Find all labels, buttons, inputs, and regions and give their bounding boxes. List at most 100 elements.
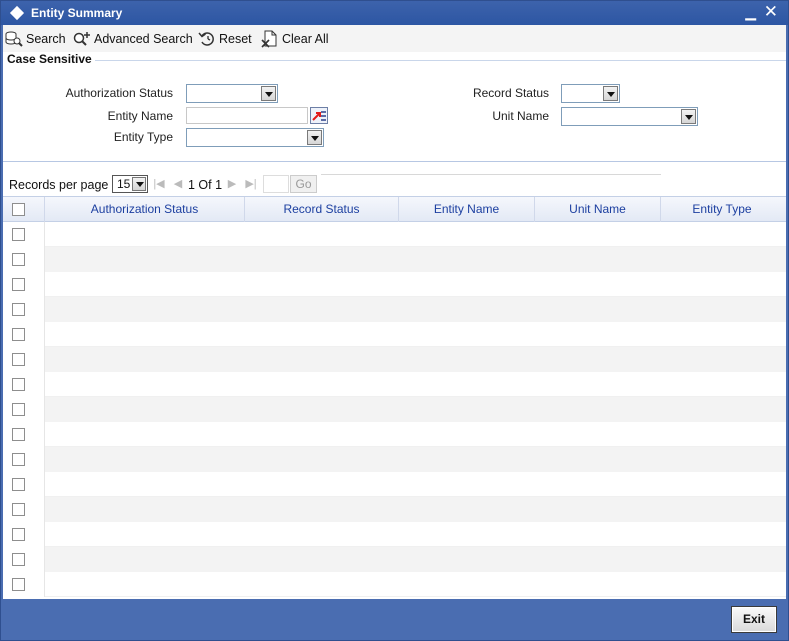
unit-name-select[interactable] bbox=[561, 107, 698, 126]
exit-button[interactable]: Exit bbox=[731, 606, 777, 633]
column-unit-name[interactable]: Unit Name bbox=[535, 197, 661, 222]
column-entity-name[interactable]: Entity Name bbox=[399, 197, 535, 222]
chevron-down-icon bbox=[307, 130, 322, 145]
table-row[interactable] bbox=[3, 572, 786, 597]
entity-summary-window: Entity Summary ▁ ✕ Search Advanced Searc… bbox=[0, 0, 789, 641]
chevron-down-icon bbox=[681, 109, 696, 124]
table-row[interactable] bbox=[3, 322, 786, 347]
clear-all-button[interactable]: Clear All bbox=[261, 29, 329, 49]
row-data bbox=[45, 372, 786, 397]
row-data bbox=[45, 297, 786, 322]
form-divider bbox=[3, 161, 786, 162]
row-checkbox[interactable] bbox=[12, 253, 25, 266]
row-data bbox=[45, 422, 786, 447]
select-all-checkbox[interactable] bbox=[12, 203, 25, 216]
list-of-values-icon bbox=[312, 111, 326, 121]
row-select-cell bbox=[3, 322, 45, 347]
row-select-cell bbox=[3, 372, 45, 397]
unit-name-label: Unit Name bbox=[492, 109, 549, 123]
row-select-cell bbox=[3, 572, 45, 597]
last-page-icon[interactable]: ▶| bbox=[244, 177, 258, 191]
row-data bbox=[45, 472, 786, 497]
next-page-icon[interactable]: ▶ bbox=[225, 177, 239, 191]
search-button[interactable]: Search bbox=[5, 29, 66, 49]
minimize-button[interactable]: ▁ bbox=[745, 4, 756, 21]
title-bar[interactable]: Entity Summary ▁ ✕ bbox=[1, 1, 788, 25]
row-select-cell bbox=[3, 422, 45, 447]
toolbar: Search Advanced Search Reset Clear All bbox=[3, 25, 786, 52]
table-row[interactable] bbox=[3, 447, 786, 472]
row-checkbox[interactable] bbox=[12, 478, 25, 491]
close-button[interactable]: ✕ bbox=[764, 2, 778, 22]
column-authorization-status[interactable]: Authorization Status bbox=[45, 197, 245, 222]
table-row[interactable] bbox=[3, 472, 786, 497]
row-select-cell bbox=[3, 547, 45, 572]
row-checkbox[interactable] bbox=[12, 278, 25, 291]
reset-button[interactable]: Reset bbox=[198, 29, 252, 49]
table-row[interactable] bbox=[3, 497, 786, 522]
row-checkbox[interactable] bbox=[12, 353, 25, 366]
results-grid: Authorization Status Record Status Entit… bbox=[3, 196, 786, 597]
row-data bbox=[45, 572, 786, 597]
row-data bbox=[45, 397, 786, 422]
records-per-page-select[interactable]: 15 bbox=[112, 175, 148, 193]
row-checkbox[interactable] bbox=[12, 503, 25, 516]
row-data bbox=[45, 322, 786, 347]
advanced-search-label: Advanced Search bbox=[94, 32, 193, 46]
row-select-cell bbox=[3, 447, 45, 472]
row-checkbox[interactable] bbox=[12, 378, 25, 391]
table-row[interactable] bbox=[3, 372, 786, 397]
row-select-cell bbox=[3, 522, 45, 547]
row-checkbox[interactable] bbox=[12, 578, 25, 591]
table-row[interactable] bbox=[3, 247, 786, 272]
entity-type-select[interactable] bbox=[186, 128, 324, 147]
row-checkbox[interactable] bbox=[12, 328, 25, 341]
go-button[interactable]: Go bbox=[290, 175, 317, 193]
entity-name-label: Entity Name bbox=[107, 109, 173, 123]
table-row[interactable] bbox=[3, 397, 786, 422]
row-data bbox=[45, 497, 786, 522]
authorization-status-select[interactable] bbox=[186, 84, 278, 103]
row-checkbox[interactable] bbox=[12, 228, 25, 241]
clear-all-icon bbox=[261, 30, 277, 48]
table-row[interactable] bbox=[3, 222, 786, 247]
entity-name-input[interactable] bbox=[186, 107, 308, 124]
row-checkbox[interactable] bbox=[12, 403, 25, 416]
first-page-icon[interactable]: |◀ bbox=[152, 177, 166, 191]
advanced-search-button[interactable]: Advanced Search bbox=[73, 29, 193, 49]
row-data bbox=[45, 247, 786, 272]
section-divider bbox=[95, 60, 786, 61]
table-row[interactable] bbox=[3, 297, 786, 322]
window-client-area: Search Advanced Search Reset Clear All C… bbox=[3, 25, 786, 599]
row-checkbox[interactable] bbox=[12, 303, 25, 316]
section-title: Case Sensitive bbox=[7, 52, 92, 66]
record-status-select[interactable] bbox=[561, 84, 620, 103]
table-row[interactable] bbox=[3, 272, 786, 297]
advanced-search-icon bbox=[73, 32, 90, 46]
table-row[interactable] bbox=[3, 547, 786, 572]
records-per-page-value: 15 bbox=[117, 177, 131, 191]
row-select-cell bbox=[3, 397, 45, 422]
row-checkbox[interactable] bbox=[12, 528, 25, 541]
row-select-cell bbox=[3, 247, 45, 272]
table-row[interactable] bbox=[3, 422, 786, 447]
go-to-page-input[interactable] bbox=[263, 175, 289, 193]
reset-icon bbox=[198, 32, 214, 46]
window-title: Entity Summary bbox=[31, 6, 123, 20]
row-checkbox[interactable] bbox=[12, 428, 25, 441]
previous-page-icon[interactable]: ◀ bbox=[171, 177, 185, 191]
row-data bbox=[45, 522, 786, 547]
column-record-status[interactable]: Record Status bbox=[245, 197, 399, 222]
row-select-cell bbox=[3, 497, 45, 522]
row-select-cell bbox=[3, 297, 45, 322]
entity-name-lov-button[interactable] bbox=[310, 107, 328, 124]
pagination-bar: Records per page 15 |◀ ◀ 1 Of 1 ▶ ▶| Go bbox=[3, 172, 786, 196]
column-entity-type[interactable]: Entity Type bbox=[661, 197, 783, 222]
chevron-down-icon bbox=[261, 86, 276, 101]
table-row[interactable] bbox=[3, 347, 786, 372]
records-per-page-label: Records per page bbox=[9, 178, 109, 192]
search-icon bbox=[5, 31, 23, 47]
row-checkbox[interactable] bbox=[12, 553, 25, 566]
table-row[interactable] bbox=[3, 522, 786, 547]
row-checkbox[interactable] bbox=[12, 453, 25, 466]
